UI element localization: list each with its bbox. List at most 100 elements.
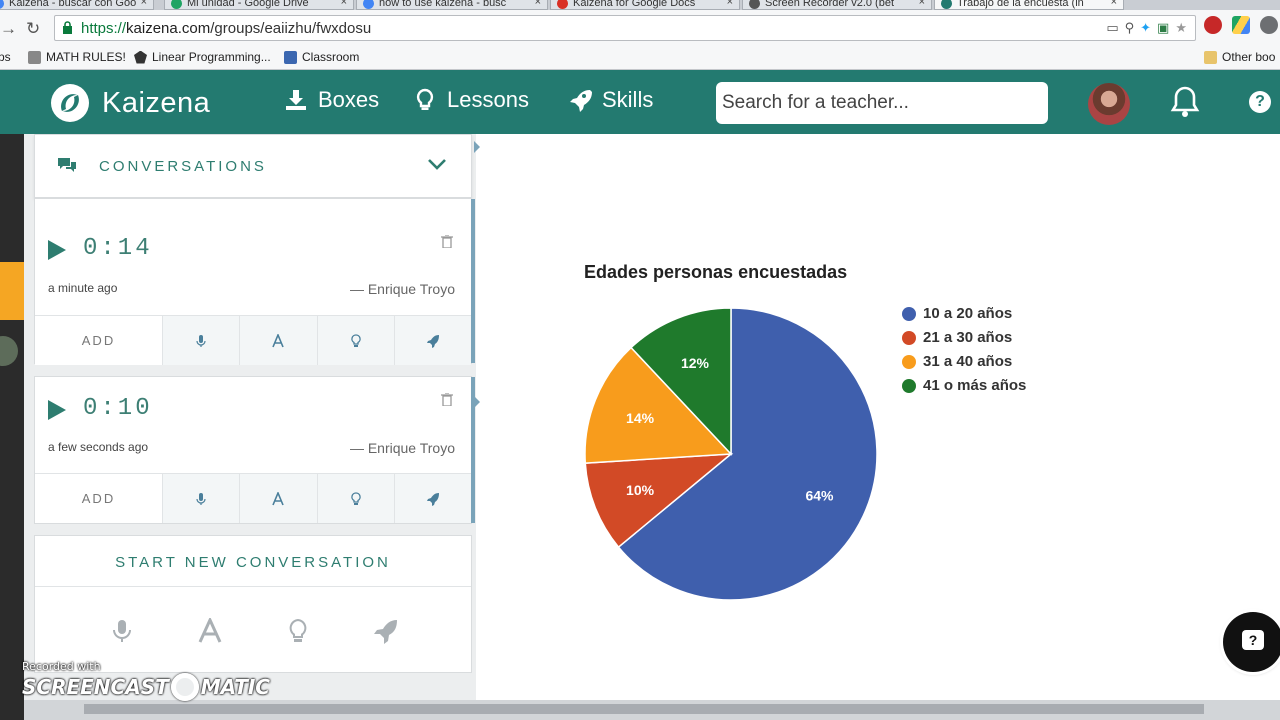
panel-pointer-icon: [474, 396, 480, 408]
support-chat-button[interactable]: ?: [1223, 612, 1280, 672]
record-ring-icon: [170, 673, 199, 701]
nav-skills[interactable]: Skills: [568, 87, 653, 113]
legend-item: 41 o más años: [902, 377, 1026, 394]
record-extension-icon[interactable]: [1204, 16, 1222, 34]
scrollbar-thumb[interactable]: [84, 704, 1204, 714]
timestamp: a few seconds ago: [48, 440, 149, 454]
user-avatar[interactable]: [1088, 83, 1130, 125]
play-icon[interactable]: [47, 239, 67, 261]
browser-tab[interactable]: Kaizena for Google Docs ×: [550, 0, 740, 10]
conversation-card: 0:14 a minute ago — Enrique Troyo ADD: [34, 198, 475, 365]
other-bookmarks[interactable]: Other boo: [1204, 50, 1275, 64]
zoom-icon[interactable]: ⚲: [1125, 20, 1135, 36]
watermark-text: SCREENCAST: [22, 675, 169, 699]
skill-button[interactable]: [394, 474, 471, 523]
star-icon[interactable]: ★: [1175, 20, 1187, 36]
add-feedback-button[interactable]: ADD: [35, 316, 163, 365]
conversations-header[interactable]: CONVERSATIONS: [34, 134, 472, 198]
text-comment-button[interactable]: [240, 316, 318, 365]
trash-icon[interactable]: [441, 393, 453, 406]
horizontal-scrollbar[interactable]: [24, 700, 1280, 720]
close-tab-icon[interactable]: ×: [727, 0, 733, 8]
rocket-icon: [426, 334, 439, 348]
tab-title: Trabajo de la encuesta (in: [957, 0, 1084, 9]
forward-icon[interactable]: →: [0, 19, 17, 39]
classroom-icon: [284, 50, 297, 64]
bookmark-apps[interactable]: ps: [0, 50, 11, 64]
nav-boxes[interactable]: Boxes: [284, 87, 379, 113]
add-feedback-button[interactable]: ADD: [35, 474, 163, 523]
bookmark-label: Linear Programming...: [152, 50, 271, 64]
panel-pointer-icon: [474, 141, 480, 153]
nav-lessons[interactable]: Lessons: [413, 87, 529, 113]
play-icon[interactable]: [47, 399, 67, 421]
audio-duration: 0:14: [83, 235, 153, 262]
skill-button[interactable]: [394, 316, 471, 365]
voice-comment-button[interactable]: [163, 474, 241, 523]
pie-slice-label: 14%: [626, 410, 655, 426]
legend-label: 41 o más años: [923, 377, 1027, 394]
omnibox-icons: ▭ ⚲ ✦ ▣ ★: [1106, 20, 1187, 36]
voice-comment-button[interactable]: [163, 316, 241, 365]
bookmark-favicon-icon: [28, 50, 41, 64]
pie-chart: 64% 10% 14% 12%: [584, 307, 878, 601]
section-title: CONVERSATIONS: [99, 158, 267, 175]
rocket-icon[interactable]: [373, 618, 399, 644]
text-a-icon[interactable]: [197, 616, 223, 644]
legend-item: 31 a 40 años: [902, 353, 1012, 370]
trash-icon[interactable]: [441, 235, 453, 248]
close-tab-icon[interactable]: ×: [141, 0, 147, 8]
browser-tab-strip: Kaizena - buscar con Goo × Mi unidad - G…: [0, 0, 1280, 10]
text-comment-button[interactable]: [240, 474, 318, 523]
browser-tab[interactable]: Screen Recorder v2.0 (bet ×: [742, 0, 932, 10]
lesson-button[interactable]: [317, 316, 395, 365]
close-tab-icon[interactable]: ×: [1111, 0, 1117, 8]
bookmark-linear-programming[interactable]: Linear Programming...: [134, 50, 271, 64]
brand-name: Kaizena: [102, 86, 211, 119]
extension-icon[interactable]: ▣: [1157, 20, 1169, 36]
browser-tab[interactable]: how to use kaizena - busc ×: [356, 0, 548, 10]
brand-logo[interactable]: Kaizena: [50, 83, 210, 123]
google-favicon-icon: [363, 0, 374, 9]
text-a-icon: [272, 491, 285, 505]
menu-icon[interactable]: [1260, 16, 1278, 34]
bookmark-label: Other boo: [1222, 50, 1276, 64]
close-tab-icon[interactable]: ×: [535, 0, 541, 8]
url-text: https://kaizena.com/groups/eaiizhu/fwxdo…: [81, 20, 372, 37]
help-icon[interactable]: ?: [1249, 91, 1271, 113]
close-tab-icon[interactable]: ×: [341, 0, 347, 8]
address-bar: → ↻ https://kaizena.com/groups/eaiizhu/f…: [0, 10, 1280, 46]
browser-tab[interactable]: Mi unidad - Google Drive ×: [164, 0, 354, 10]
browser-tab[interactable]: Kaizena - buscar con Goo ×: [0, 0, 154, 10]
lightbulb-icon: [350, 333, 361, 347]
url-field[interactable]: https://kaizena.com/groups/eaiizhu/fwxdo…: [54, 15, 1196, 41]
legend-label: 10 a 20 años: [923, 305, 1013, 322]
lightbulb-icon[interactable]: [285, 618, 311, 644]
browser-tab-active[interactable]: Trabajo de la encuesta (in ×: [934, 0, 1124, 10]
card-accent: [471, 199, 475, 363]
audio-duration: 0:10: [83, 395, 153, 422]
kaizena-logo-icon: [51, 84, 89, 122]
bookmark-math-rules[interactable]: MATH RULES!: [28, 50, 126, 64]
legend-label: 21 a 30 años: [923, 329, 1013, 346]
nav-label: Boxes: [318, 87, 380, 112]
lesson-button[interactable]: [317, 474, 395, 523]
microphone-icon[interactable]: [109, 618, 135, 644]
drive-extension-icon[interactable]: [1232, 16, 1250, 34]
start-conversation-title[interactable]: START NEW CONVERSATION: [35, 554, 471, 571]
camera-icon[interactable]: ▭: [1106, 20, 1118, 36]
feedback-actions: ADD: [35, 473, 471, 523]
rail-highlight[interactable]: [0, 262, 24, 320]
chevron-down-icon[interactable]: [427, 157, 447, 171]
rail-avatar[interactable]: [0, 336, 18, 366]
watermark-caption: Recorded with: [22, 660, 101, 673]
close-tab-icon[interactable]: ×: [919, 0, 925, 8]
tab-title: Screen Recorder v2.0 (bet: [765, 0, 895, 9]
twitter-icon[interactable]: ✦: [1140, 20, 1151, 36]
lightbulb-icon: [350, 491, 361, 505]
bookmark-classroom[interactable]: Classroom: [284, 50, 359, 64]
recorder-favicon-icon: [749, 0, 760, 9]
teacher-search-input[interactable]: [716, 82, 1048, 124]
bell-icon[interactable]: [1170, 85, 1200, 119]
reload-icon[interactable]: ↻: [26, 19, 40, 39]
